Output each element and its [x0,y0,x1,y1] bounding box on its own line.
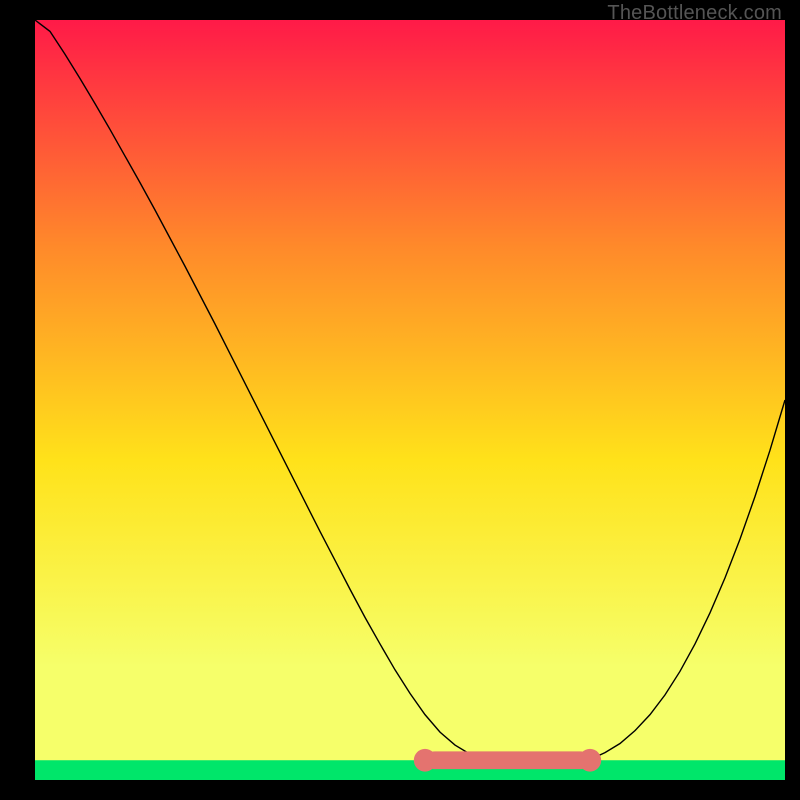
bottom-marker-band [414,749,601,772]
marker-bar [425,751,590,769]
marker-end-right [579,749,601,772]
gradient-background [35,20,785,780]
bottom-green-band [35,760,785,780]
plot-svg [35,20,785,780]
chart-frame: TheBottleneck.com [0,0,800,800]
marker-end-left [414,749,436,772]
plot-area [35,20,785,780]
